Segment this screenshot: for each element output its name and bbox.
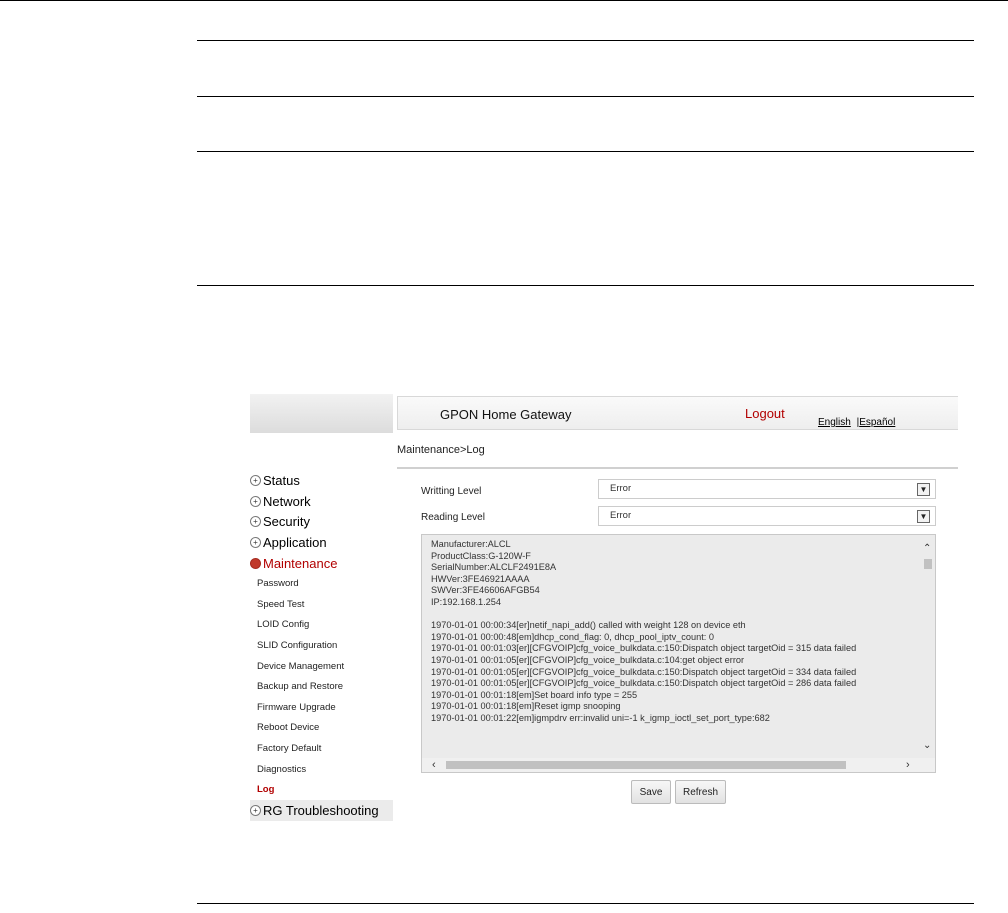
scroll-up-icon[interactable]: ⌃ — [923, 543, 931, 554]
log-line: 1970-01-01 00:01:18[em]Set board info ty… — [431, 689, 638, 700]
sidebar-nav: + Status + Network + Security + Application … — [250, 470, 393, 821]
sidebar-subitem-firmware-upgrade[interactable]: Firmware Upgrade — [250, 697, 393, 718]
sidebar-subitem-device-management[interactable]: Device Management — [250, 656, 393, 677]
gateway-ui-screenshot: GPON Home Gateway Logout English |Españo… — [250, 394, 958, 822]
vertical-scroll-thumb[interactable] — [924, 559, 932, 569]
reading-level-value: Error — [610, 510, 632, 521]
chevron-down-icon: ▼ — [917, 510, 930, 523]
expand-icon: + — [250, 804, 261, 816]
sidebar-item-label: RG Troubleshooting — [263, 802, 379, 818]
log-line: 1970-01-01 00:01:05[er][CFGVOIP]cfg_voic… — [431, 654, 745, 665]
reading-level-select[interactable]: Error ▼ — [598, 506, 936, 526]
sidebar-item-maintenance[interactable]: - Maintenance — [250, 553, 393, 574]
collapse-icon: - — [250, 557, 261, 569]
divider-rule-1 — [197, 40, 974, 41]
log-line: 1970-01-01 00:01:05[er][CFGVOIP]cfg_voic… — [431, 678, 857, 689]
page-bottom-rule — [197, 903, 974, 904]
breadcrumb-divider — [397, 467, 958, 469]
horizontal-scrollbar[interactable]: ‹ › — [422, 758, 935, 772]
sidebar-subitem-log[interactable]: Log — [250, 779, 393, 800]
log-textarea[interactable]: Manufacturer:ALCL ProductClass:G-120W-F Se… — [421, 534, 936, 773]
writing-level-label: Writting Level — [421, 486, 482, 497]
save-button[interactable]: Save — [631, 780, 671, 804]
lang-english-link[interactable]: English — [818, 417, 851, 428]
sidebar-item-application[interactable]: + Application — [250, 532, 393, 553]
reading-level-label: Reading Level — [421, 512, 485, 523]
sidebar-subitem-backup-restore[interactable]: Backup and Restore — [250, 676, 393, 697]
refresh-button[interactable]: Refresh — [675, 780, 726, 804]
log-lines: Manufacturer:ALCL ProductClass:G-120W-F Se… — [431, 539, 911, 725]
log-line: SerialNumber:ALCLF2491E8A — [431, 562, 557, 573]
sidebar-subitem-diagnostics[interactable]: Diagnostics — [250, 759, 393, 780]
sidebar-item-rg-troubleshooting[interactable]: + RG Troubleshooting — [250, 799, 393, 821]
log-line: 1970-01-01 00:01:22[em]igmpdrv err:inval… — [431, 712, 770, 723]
log-line: 1970-01-01 00:01:18[em]Reset igmp snoopi… — [431, 701, 621, 712]
sidebar-item-label: Security — [263, 514, 310, 530]
sidebar-item-label: Status — [263, 472, 300, 488]
app-title: GPON Home Gateway — [440, 407, 572, 422]
sidebar-item-label: Network — [263, 493, 311, 509]
sidebar-subitem-factory-default[interactable]: Factory Default — [250, 738, 393, 759]
sidebar-subitem-loid-config[interactable]: LOID Config — [250, 615, 393, 636]
sidebar-subitem-slid-configuration[interactable]: SLID Configuration — [250, 635, 393, 656]
chevron-down-icon: ▼ — [917, 483, 930, 496]
sidebar-item-label: Maintenance — [263, 555, 338, 571]
scroll-left-icon[interactable]: ‹ — [432, 758, 436, 772]
divider-rule-4 — [197, 285, 974, 286]
top-bar: GPON Home Gateway Logout English |Españo… — [397, 396, 958, 430]
sidebar-item-status[interactable]: + Status — [250, 470, 393, 491]
writing-level-select[interactable]: Error ▼ — [598, 479, 936, 499]
page-top-rule — [0, 0, 1008, 1]
sidebar-item-network[interactable]: + Network — [250, 491, 393, 512]
logout-link[interactable]: Logout — [745, 406, 785, 421]
divider-rule-3 — [197, 151, 974, 152]
writing-level-value: Error — [610, 483, 632, 494]
sidebar-subitem-reboot-device[interactable]: Reboot Device — [250, 718, 393, 739]
log-line: IP:192.168.1.254 — [431, 596, 501, 607]
log-line: Manufacturer:ALCL — [431, 539, 511, 549]
log-line: HWVer:3FE46921AAAA — [431, 573, 530, 584]
language-switcher: English |Español — [818, 417, 895, 428]
log-line: 1970-01-01 00:00:34[er]netif_napi_add() … — [431, 620, 746, 631]
expand-icon: + — [250, 495, 261, 507]
sidebar-subitem-speed-test[interactable]: Speed Test — [250, 594, 393, 615]
lang-espanol-link[interactable]: Español — [859, 417, 895, 428]
log-line: ProductClass:G-120W-F — [431, 550, 531, 561]
sidebar-subitem-password[interactable]: Password — [250, 573, 393, 594]
scroll-right-icon[interactable]: › — [906, 758, 910, 772]
log-line: 1970-01-01 00:01:05[er][CFGVOIP]cfg_voic… — [431, 666, 857, 677]
log-line: SWVer:3FE46606AFGB54 — [431, 585, 540, 596]
sidebar-item-label: Application — [263, 534, 327, 550]
expand-icon: + — [250, 536, 261, 548]
log-line: 1970-01-01 00:01:03[er][CFGVOIP]cfg_voic… — [431, 643, 857, 654]
sidebar-header — [250, 394, 393, 433]
expand-icon: + — [250, 516, 261, 528]
expand-icon: + — [250, 474, 261, 486]
breadcrumb: Maintenance>Log — [397, 444, 485, 456]
horizontal-scroll-thumb[interactable] — [446, 761, 846, 769]
log-line: 1970-01-01 00:00:48[em]dhcp_cond_flag: 0… — [431, 631, 714, 642]
vertical-scrollbar[interactable]: ⌃ ⌄ — [920, 535, 935, 758]
divider-rule-2 — [197, 96, 974, 97]
scroll-down-icon[interactable]: ⌄ — [923, 740, 931, 751]
sidebar-item-security[interactable]: + Security — [250, 511, 393, 532]
